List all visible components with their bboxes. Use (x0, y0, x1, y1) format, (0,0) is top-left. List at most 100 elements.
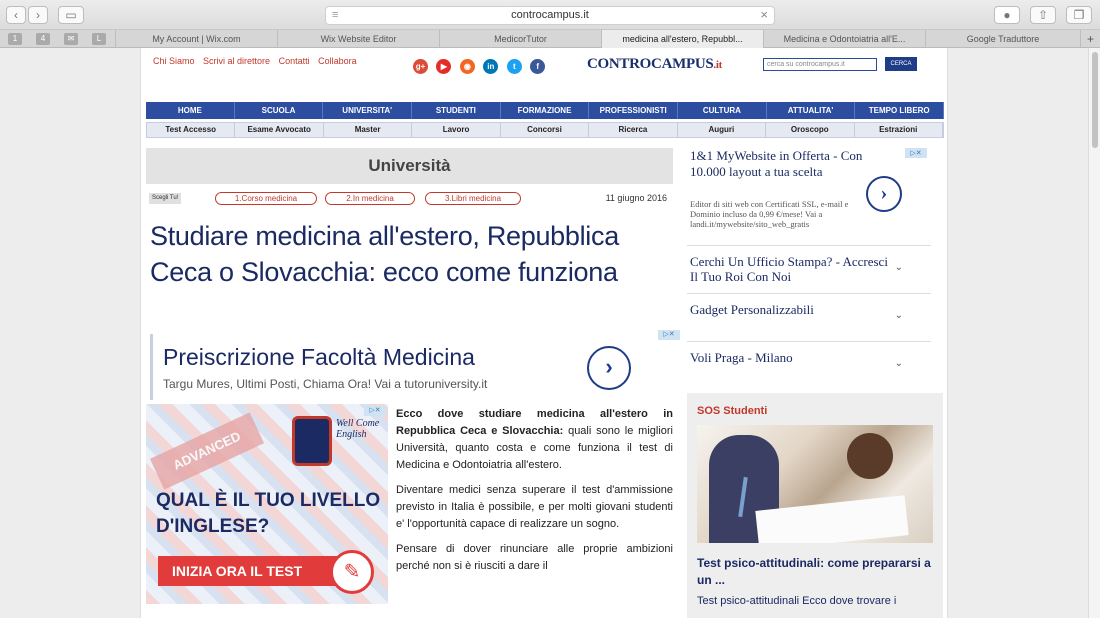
link-contatti[interactable]: Contatti (279, 56, 310, 66)
ad-title[interactable]: Preiscrizione Facoltà Medicina (163, 344, 475, 371)
nav-item[interactable]: PROFESSIONISTI (589, 102, 679, 119)
search-input[interactable]: cerca su controcampus.it (763, 58, 877, 71)
subnav-item[interactable]: Ricerca (589, 123, 678, 137)
back-button[interactable]: ‹ (6, 6, 26, 24)
stop-icon[interactable]: × (760, 6, 768, 23)
ad-question: QUAL È IL TUO LIVELLO D'INGLESE? (156, 490, 381, 537)
tab[interactable]: Google Traduttore (925, 30, 1080, 48)
tab[interactable]: Medicina e Odontoiatria all'E... (763, 30, 925, 48)
tab[interactable]: My Account | Wix.com (115, 30, 277, 48)
ad-brand: Well Come English (336, 418, 380, 440)
nav-item[interactable]: TEMPO LIBERO (855, 102, 945, 119)
chevron-down-icon[interactable]: ⌄ (895, 356, 903, 371)
download-icon[interactable]: ● (994, 6, 1020, 24)
sidebar-link-text[interactable]: Gadget Personalizzabili (690, 302, 890, 317)
share-icon[interactable]: ⇧ (1030, 6, 1056, 24)
mail-icon[interactable]: ✉ (64, 33, 78, 45)
web-viewport: Chi Siamo Scrivi al direttore Contatti C… (0, 48, 1100, 618)
subnav-item[interactable]: Concorsi (501, 123, 590, 137)
nav-item[interactable]: STUDENTI (412, 102, 501, 119)
logo-suffix: .it (713, 59, 722, 71)
tabs-overview-icon[interactable]: ❐ (1066, 6, 1092, 24)
primary-nav: HOME SCUOLA UNIVERSITA' STUDENTI FORMAZI… (146, 102, 945, 119)
subnav-item[interactable]: Estrazioni (855, 123, 943, 137)
ad-banner-medicina[interactable]: Preiscrizione Facoltà Medicina Targu Mur… (150, 330, 680, 400)
adchoices-icon[interactable]: ▷✕ (364, 406, 386, 416)
subnav-item[interactable]: Oroscopo (766, 123, 855, 137)
youtube-icon[interactable]: ▶ (436, 59, 452, 74)
site-logo[interactable]: CONTROCAMPUS.it (587, 56, 722, 73)
sidebar-ad[interactable]: 1&1 MyWebsite in Offerta - Con 10.000 la… (687, 148, 931, 243)
pencil-icon: ✎ (330, 550, 374, 594)
adchoices-icon[interactable]: ▷✕ (905, 148, 927, 158)
chevron-right-icon[interactable]: › (866, 176, 902, 212)
subnav-item[interactable]: Master (324, 123, 413, 137)
pinned-tab-icon[interactable]: L (92, 33, 106, 45)
start-test-button[interactable]: INIZIA ORA IL TEST (158, 556, 343, 586)
sos-article-excerpt: Test psico-attitudinali Ecco dove trovar… (697, 595, 897, 607)
article-thumbnail[interactable] (697, 425, 933, 543)
sidebar-link-text[interactable]: Cerchi Un Ufficio Stampa? - Accresci Il … (690, 254, 890, 284)
google-plus-icon[interactable]: g+ (413, 59, 428, 74)
nav-item[interactable]: ATTUALITA' (767, 102, 856, 119)
sidebar-ad-title[interactable]: 1&1 MyWebsite in Offerta - Con 10.000 la… (690, 148, 870, 180)
tag-chip[interactable]: 1.Corso medicina (215, 192, 317, 205)
subnav-item[interactable]: Esame Avvocato (235, 123, 324, 137)
url-text: controcampus.it (511, 9, 589, 21)
sos-heading: SOS Studenti (697, 405, 768, 417)
nav-item[interactable]: FORMAZIONE (501, 102, 590, 119)
new-tab-button[interactable]: + (1080, 30, 1100, 48)
section-title: Università (146, 148, 673, 184)
sidebar-link[interactable]: Cerchi Un Ufficio Stampa? - Accresci Il … (687, 245, 931, 291)
share-button[interactable]: Scegli Tu! (149, 193, 182, 204)
rss-icon[interactable]: ◉ (459, 59, 475, 74)
facebook-icon[interactable]: f (530, 59, 546, 74)
tab-active[interactable]: medicina all'estero, Repubbl... (601, 30, 763, 48)
chevron-down-icon[interactable]: ⌄ (895, 308, 903, 323)
tag-chip[interactable]: 3.Libri medicina (425, 192, 521, 205)
page-scrollbar[interactable] (1088, 48, 1100, 618)
address-bar[interactable]: ≡ controcampus.it × (325, 6, 775, 25)
tag-chip[interactable]: 2.In medicina (325, 192, 415, 205)
twitter-icon[interactable]: t (506, 59, 522, 74)
pinned-tab-icon[interactable]: 4 (36, 33, 50, 45)
tab-bar: 1 4 ✉ L My Account | Wix.com Wix Website… (0, 30, 1100, 48)
nav-item[interactable]: CULTURA (678, 102, 767, 119)
nav-item[interactable]: UNIVERSITA' (323, 102, 413, 119)
chevron-down-icon[interactable]: ⌄ (895, 260, 903, 275)
sidebar-link-text[interactable]: Voli Praga - Milano (690, 350, 890, 365)
sos-article-title[interactable]: Test psico-attitudinali: come prepararsi… (697, 555, 933, 589)
sidebar-toggle-icon[interactable]: ▭ (58, 6, 84, 24)
chevron-right-icon[interactable]: › (587, 346, 631, 390)
link-collabora[interactable]: Collabora (318, 56, 357, 66)
speech-bubble-icon (292, 416, 332, 466)
subnav-item[interactable]: Auguri (678, 123, 767, 137)
subnav-item[interactable]: Lavoro (412, 123, 501, 137)
search-button[interactable]: CERCA (885, 57, 917, 71)
reader-icon[interactable]: ≡ (332, 7, 338, 24)
ad-subtitle: Targu Mures, Ultimi Posti, Chiama Ora! V… (163, 377, 487, 391)
adchoices-icon[interactable]: ▷✕ (658, 330, 680, 340)
tab[interactable]: Wix Website Editor (277, 30, 439, 48)
ad-subtitle-text: Targu Mures, Ultimi Posti, Chiama Ora! (163, 377, 372, 391)
logo-text: CONTROCAMPUS (587, 56, 714, 72)
forward-button[interactable]: › (28, 6, 48, 24)
sidebar-link[interactable]: Voli Praga - Milano ⌄ (687, 341, 931, 387)
subnav-item[interactable]: Test Accesso (147, 123, 236, 137)
ad-english-test[interactable]: ADVANCED Well Come English QUAL È IL TUO… (146, 404, 388, 604)
pinned-tab-icon[interactable]: 1 (8, 33, 22, 45)
linkedin-icon[interactable]: in (483, 59, 499, 74)
ad-link[interactable]: Vai a tutoruniversity.it (374, 377, 487, 391)
nav-item[interactable]: SCUOLA (235, 102, 324, 119)
article-meta: Scegli Tu! 1.Corso medicina 2.In medicin… (149, 192, 673, 206)
link-scrivi-direttore[interactable]: Scrivi al direttore (203, 56, 270, 66)
article-paragraph: Pensare di dover rinunciare alle proprie… (396, 543, 673, 572)
tab[interactable]: MedicorTutor (439, 30, 601, 48)
sidebar-ad-text: Editor di siti web con Certificati SSL, … (690, 199, 849, 229)
nav-item[interactable]: HOME (146, 102, 235, 119)
article-lead: Ecco dove studiare medicina all'estero i… (396, 406, 673, 474)
social-icons: g+ ▶ ◉ in t f (413, 56, 549, 74)
sidebar-link[interactable]: Gadget Personalizzabili ⌄ (687, 293, 931, 339)
link-chi-siamo[interactable]: Chi Siamo (153, 56, 195, 66)
scrollbar-thumb[interactable] (1092, 52, 1098, 148)
